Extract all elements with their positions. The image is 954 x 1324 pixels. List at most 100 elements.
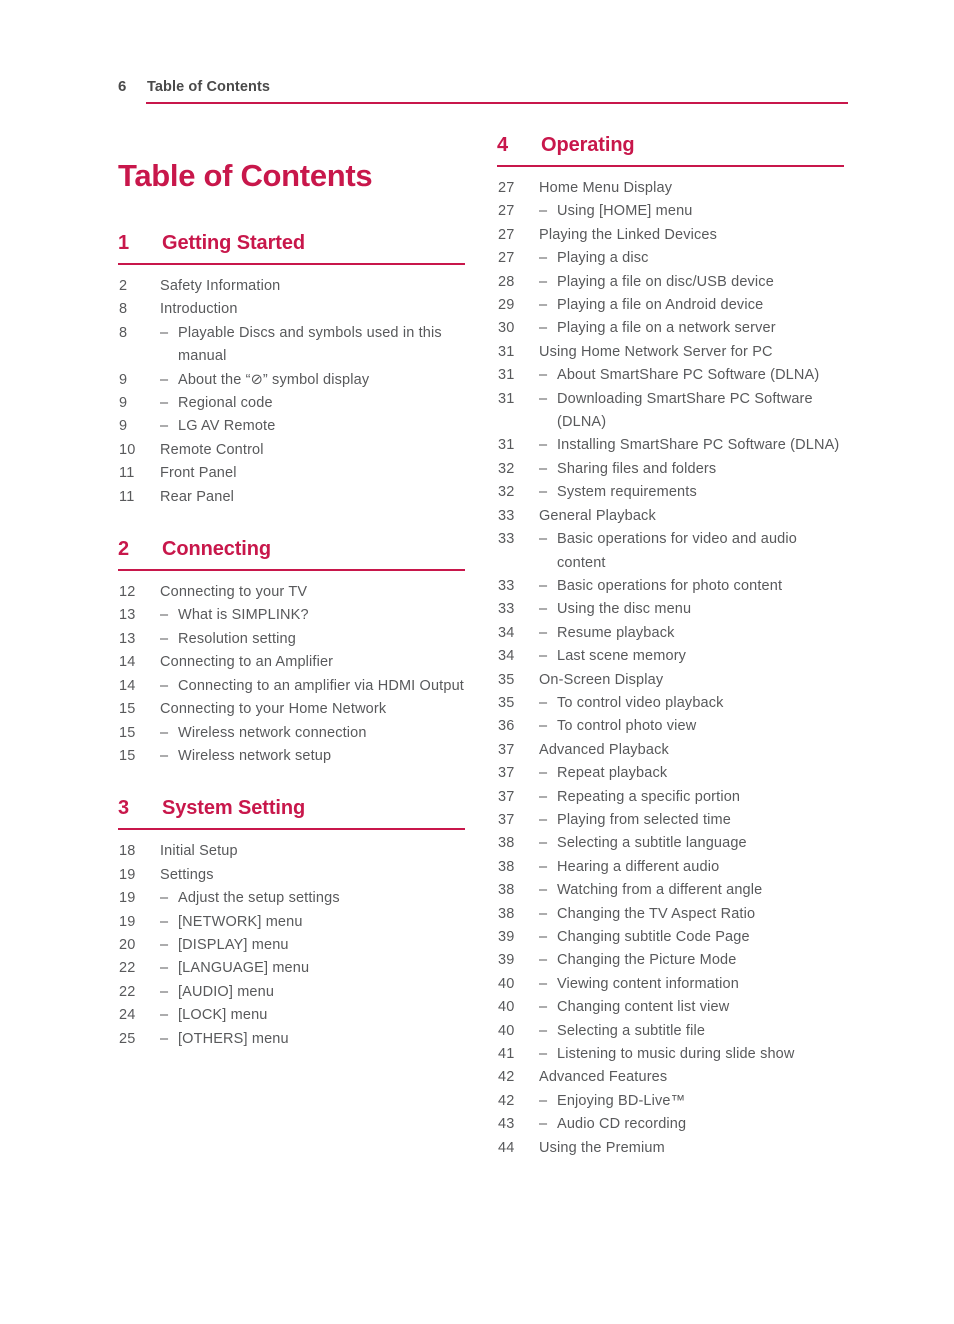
toc-entry[interactable]: 27 Home Menu Display xyxy=(497,177,849,200)
toc-entry[interactable]: 14 – Connecting to an amplifier via HDMI O… xyxy=(118,675,470,698)
toc-entry-label: Resolution setting xyxy=(178,630,296,647)
toc-entry[interactable]: 9 – Regional code xyxy=(118,392,470,415)
toc-entry[interactable]: 37 Advanced Playback xyxy=(497,739,849,762)
toc-entry[interactable]: 22 – [AUDIO] menu xyxy=(118,981,470,1004)
toc-entry[interactable]: 39 – Changing subtitle Code Page xyxy=(497,926,849,949)
sub-entry-dash-icon: – xyxy=(539,718,548,735)
toc-entry[interactable]: 38 – Selecting a subtitle language xyxy=(497,832,849,855)
toc-entry[interactable]: 33 General Playback xyxy=(497,505,849,528)
toc-entry-page-number: 18 xyxy=(119,843,136,860)
toc-entry[interactable]: 33 – Basic operations for video and audio … xyxy=(497,528,849,575)
toc-entry[interactable]: 36 – To control photo view xyxy=(497,715,849,738)
toc-entry[interactable]: 34 – Last scene memory xyxy=(497,645,849,668)
toc-entry[interactable]: 35 – To control video playback xyxy=(497,692,849,715)
toc-entry-label: Wireless network connection xyxy=(178,724,367,741)
toc-entry-page-number: 31 xyxy=(498,390,515,407)
toc-entry[interactable]: 31 – About SmartShare PC Software (DLNA) xyxy=(497,364,849,387)
toc-entry[interactable]: 11 Rear Panel xyxy=(118,486,470,509)
toc-entry[interactable]: 24 – [LOCK] menu xyxy=(118,1004,470,1027)
toc-entry[interactable]: 15 – Wireless network setup xyxy=(118,745,470,768)
toc-entry[interactable]: 40 – Changing content list view xyxy=(497,996,849,1019)
sub-entry-dash-icon: – xyxy=(160,890,169,907)
toc-entry[interactable]: 37 – Repeating a specific portion xyxy=(497,786,849,809)
header-divider-rule xyxy=(146,102,848,104)
sub-entry-dash-icon: – xyxy=(539,320,548,337)
toc-entry[interactable]: 8 Introduction xyxy=(118,298,470,321)
toc-entry[interactable]: 43 – Audio CD recording xyxy=(497,1113,849,1136)
toc-entry[interactable]: 15 Connecting to your Home Network xyxy=(118,698,470,721)
toc-entry[interactable]: 13 – Resolution setting xyxy=(118,628,470,651)
toc-entry[interactable]: 29 – Playing a file on Android device xyxy=(497,294,849,317)
toc-entry-label: Playing a file on Android device xyxy=(557,297,764,314)
section-heading[interactable]: 4 Operating xyxy=(497,134,849,171)
toc-entry-label: General Playback xyxy=(539,507,656,524)
toc-entry[interactable]: 38 – Changing the TV Aspect Ratio xyxy=(497,903,849,926)
toc-entry-label: Regional code xyxy=(178,395,273,412)
toc-entry[interactable]: 12 Connecting to your TV xyxy=(118,581,470,604)
toc-entry[interactable]: 14 Connecting to an Amplifier xyxy=(118,651,470,674)
sub-entry-dash-icon: – xyxy=(539,952,548,969)
toc-entry[interactable]: 32 – System requirements xyxy=(497,481,849,504)
toc-entry[interactable]: 27 Playing the Linked Devices xyxy=(497,224,849,247)
toc-entry[interactable]: 8 – Playable Discs and symbols used in thi… xyxy=(118,322,470,369)
sub-entry-dash-icon: – xyxy=(160,1007,169,1024)
sub-entry-dash-icon: – xyxy=(539,297,548,314)
toc-entry[interactable]: 37 – Repeat playback xyxy=(497,762,849,785)
section-number: 3 xyxy=(118,797,130,820)
toc-entry-label: Selecting a subtitle file xyxy=(557,1022,706,1039)
toc-entry[interactable]: 44 Using the Premium xyxy=(497,1137,849,1160)
toc-entry-page-number: 33 xyxy=(498,577,515,594)
toc-entry[interactable]: 19 – Adjust the setup settings xyxy=(118,887,470,910)
toc-entry[interactable]: 11 Front Panel xyxy=(118,462,470,485)
sub-entry-dash-icon: – xyxy=(539,1092,548,1109)
toc-entry[interactable]: 42 Advanced Features xyxy=(497,1066,849,1089)
toc-entry[interactable]: 39 – Changing the Picture Mode xyxy=(497,949,849,972)
toc-entry-page-number: 38 xyxy=(498,882,515,899)
toc-entry[interactable]: 20 – [DISPLAY] menu xyxy=(118,934,470,957)
toc-entry[interactable]: 30 – Playing a file on a network server xyxy=(497,317,849,340)
sub-entry-dash-icon: – xyxy=(539,601,548,618)
toc-entry[interactable]: 19 Settings xyxy=(118,864,470,887)
toc-entry-label: [DISPLAY] menu xyxy=(178,936,289,953)
toc-entry-label: System requirements xyxy=(557,484,697,501)
toc-entry-page-number: 24 xyxy=(119,1007,136,1024)
toc-entry[interactable]: 31 Using Home Network Server for PC xyxy=(497,341,849,364)
toc-entry[interactable]: 27 – Using [HOME] menu xyxy=(497,200,849,223)
toc-entry[interactable]: 33 – Basic operations for photo content xyxy=(497,575,849,598)
toc-entry[interactable]: 2 Safety Information xyxy=(118,275,470,298)
toc-entry[interactable]: 9 – LG AV Remote xyxy=(118,415,470,438)
toc-entry[interactable]: 32 – Sharing files and folders xyxy=(497,458,849,481)
sub-entry-dash-icon: – xyxy=(160,913,169,930)
toc-entry[interactable]: 27 – Playing a disc xyxy=(497,247,849,270)
toc-entry[interactable]: 25 – [OTHERS] menu xyxy=(118,1028,470,1051)
toc-entry-page-number: 33 xyxy=(498,601,515,618)
toc-entry[interactable]: 38 – Hearing a different audio xyxy=(497,856,849,879)
toc-entry[interactable]: 37 – Playing from selected time xyxy=(497,809,849,832)
toc-entry[interactable]: 35 On-Screen Display xyxy=(497,669,849,692)
toc-entry[interactable]: 41 – Listening to music during slide show xyxy=(497,1043,849,1066)
toc-entry[interactable]: 19 – [NETWORK] menu xyxy=(118,911,470,934)
toc-entry[interactable]: 40 – Selecting a subtitle file xyxy=(497,1020,849,1043)
toc-entry[interactable]: 40 – Viewing content information xyxy=(497,973,849,996)
toc-entry[interactable]: 22 – [LANGUAGE] menu xyxy=(118,957,470,980)
toc-entry[interactable]: 18 Initial Setup xyxy=(118,840,470,863)
toc-entry[interactable]: 33 – Using the disc menu xyxy=(497,598,849,621)
toc-entry[interactable]: 34 – Resume playback xyxy=(497,622,849,645)
sub-entry-dash-icon: – xyxy=(160,607,169,624)
toc-entry[interactable]: 31 – Downloading SmartShare PC Software (D… xyxy=(497,388,849,435)
toc-entry[interactable]: 10 Remote Control xyxy=(118,439,470,462)
toc-entry-page-number: 38 xyxy=(498,835,515,852)
section-heading[interactable]: 2 Connecting xyxy=(118,538,470,575)
toc-entry[interactable]: 28 – Playing a file on disc/USB device xyxy=(497,271,849,294)
section-heading[interactable]: 3 System Setting xyxy=(118,797,470,834)
toc-entry[interactable]: 31 – Installing SmartShare PC Software (DL… xyxy=(497,434,849,457)
toc-entry-label: Changing the Picture Mode xyxy=(557,952,737,969)
toc-entry[interactable]: 42 – Enjoying BD-Live™ xyxy=(497,1090,849,1113)
toc-entry[interactable]: 9 – About the “⊘” symbol display xyxy=(118,369,470,392)
toc-entry[interactable]: 13 – What is SIMPLINK? xyxy=(118,604,470,627)
toc-entry[interactable]: 15 – Wireless network connection xyxy=(118,722,470,745)
section-heading[interactable]: 1 Getting Started xyxy=(118,232,470,269)
toc-entry[interactable]: 38 – Watching from a different angle xyxy=(497,879,849,902)
toc-entry-label: Playing a file on disc/USB device xyxy=(557,273,774,290)
toc-entry-label: To control photo view xyxy=(557,718,697,735)
